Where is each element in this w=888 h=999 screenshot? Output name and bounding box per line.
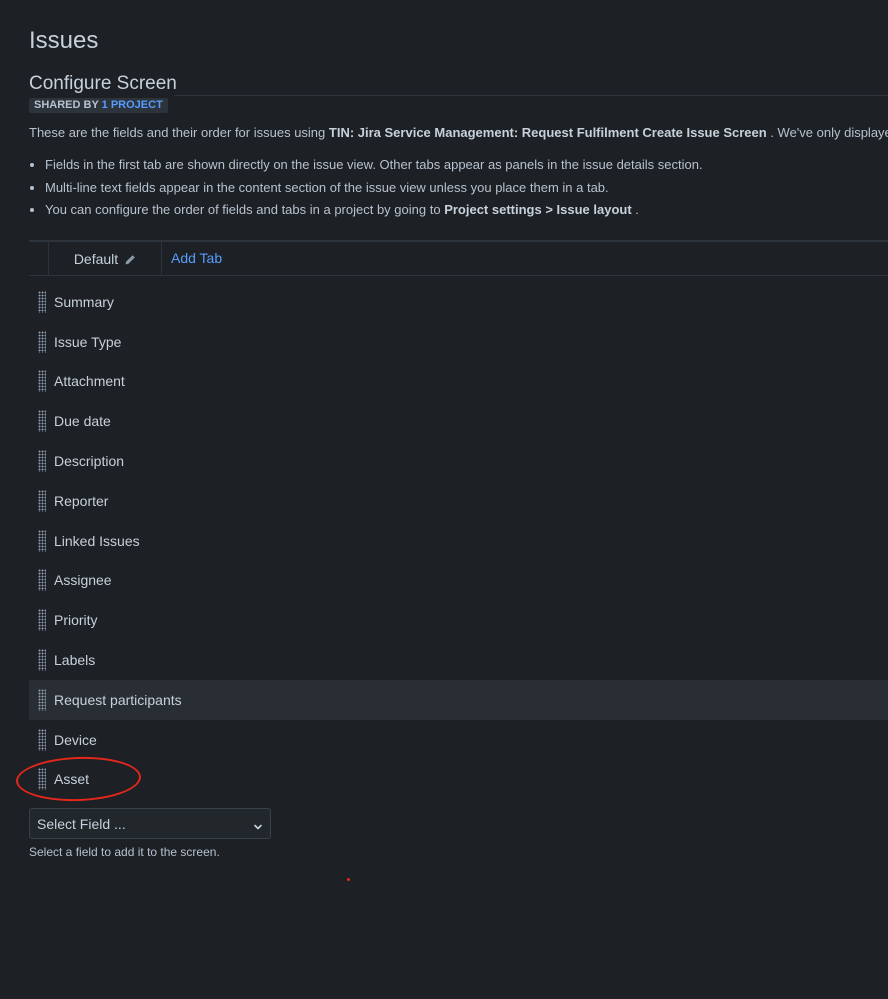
issue-layout-path: Project settings > Issue layout xyxy=(444,202,632,217)
field-row-due-date[interactable]: Due date xyxy=(29,401,888,441)
shared-projects-link[interactable]: 1 PROJECT xyxy=(102,99,163,111)
field-row-priority[interactable]: Priority xyxy=(29,600,888,640)
field-row-issue-type[interactable]: Issue Type xyxy=(29,322,888,362)
drag-handle-icon[interactable] xyxy=(38,370,46,393)
field-label: Issue Type xyxy=(54,333,122,350)
tab-default-label: Default xyxy=(73,250,119,267)
page-title: Issues xyxy=(29,27,99,54)
note-item: Fields in the first tab are shown direct… xyxy=(45,154,703,177)
field-row-asset[interactable]: Asset xyxy=(29,760,888,800)
field-label: Summary xyxy=(54,293,114,310)
pencil-icon[interactable] xyxy=(124,253,136,265)
drag-handle-icon[interactable] xyxy=(38,410,46,433)
select-field-value: Select Field ... xyxy=(37,815,126,832)
field-label: Assignee xyxy=(54,572,112,589)
red-dot-mark xyxy=(347,878,350,881)
field-row-linked-issues[interactable]: Linked Issues xyxy=(29,521,888,561)
field-row-device[interactable]: Device xyxy=(29,720,888,760)
drag-handle-icon[interactable] xyxy=(38,688,46,711)
drag-handle-icon[interactable] xyxy=(38,450,46,473)
tab-default[interactable]: Default xyxy=(48,242,162,275)
select-field-dropdown[interactable]: Select Field ... xyxy=(29,808,271,839)
screen-description: These are the fields and their order for… xyxy=(29,125,888,140)
note-text: . xyxy=(631,202,639,217)
field-label: Priority xyxy=(54,612,98,629)
field-label: Labels xyxy=(54,652,96,669)
intro-suffix: . We've only displayed xyxy=(766,125,888,140)
field-row-labels[interactable]: Labels xyxy=(29,640,888,680)
screen-field-list: Summary Issue Type Attachment Due date D… xyxy=(29,282,888,799)
shared-by-badge: SHARED BY 1 PROJECT xyxy=(29,98,168,113)
screen-title: Configure Screen xyxy=(29,73,177,94)
field-row-attachment[interactable]: Attachment xyxy=(29,362,888,402)
field-label: Linked Issues xyxy=(54,532,140,549)
field-label: Due date xyxy=(54,413,111,430)
field-row-request-participants[interactable]: Request participants xyxy=(29,679,888,720)
configure-screen-page: Issues Configure Screen SHARED BY 1 PROJ… xyxy=(0,0,888,999)
drag-handle-icon[interactable] xyxy=(38,609,46,632)
field-label: Description xyxy=(54,453,125,470)
screen-tabs: Default Add Tab xyxy=(29,240,888,276)
drag-handle-icon[interactable] xyxy=(38,728,46,751)
drag-handle-icon[interactable] xyxy=(38,569,46,592)
field-label: Device xyxy=(54,731,97,748)
field-row-reporter[interactable]: Reporter xyxy=(29,481,888,521)
drag-handle-icon[interactable] xyxy=(38,529,46,552)
shared-by-label: SHARED BY xyxy=(34,99,102,111)
field-label: Attachment xyxy=(54,373,125,390)
note-item: Multi-line text fields appear in the con… xyxy=(45,177,703,200)
field-row-summary[interactable]: Summary xyxy=(29,282,888,322)
drag-handle-icon[interactable] xyxy=(38,290,46,313)
note-text: You can configure the order of fields an… xyxy=(45,202,445,217)
title-divider xyxy=(174,95,888,96)
field-row-assignee[interactable]: Assignee xyxy=(29,561,888,601)
field-label: Request participants xyxy=(54,691,182,708)
select-field-helper-text: Select a field to add it to the screen. xyxy=(29,845,220,859)
chevron-down-icon xyxy=(253,819,263,829)
note-item: You can configure the order of fields an… xyxy=(45,199,703,222)
screen-notes-list: Fields in the first tab are shown direct… xyxy=(29,154,703,222)
screen-name: TIN: Jira Service Management: Request Fu… xyxy=(328,125,767,140)
drag-handle-icon[interactable] xyxy=(38,489,46,512)
drag-handle-icon[interactable] xyxy=(38,649,46,672)
add-tab-button[interactable]: Add Tab xyxy=(171,250,222,266)
drag-handle-icon[interactable] xyxy=(38,330,46,353)
field-row-description[interactable]: Description xyxy=(29,441,888,481)
intro-prefix: These are the fields and their order for… xyxy=(29,125,329,140)
field-label: Reporter xyxy=(54,492,109,509)
